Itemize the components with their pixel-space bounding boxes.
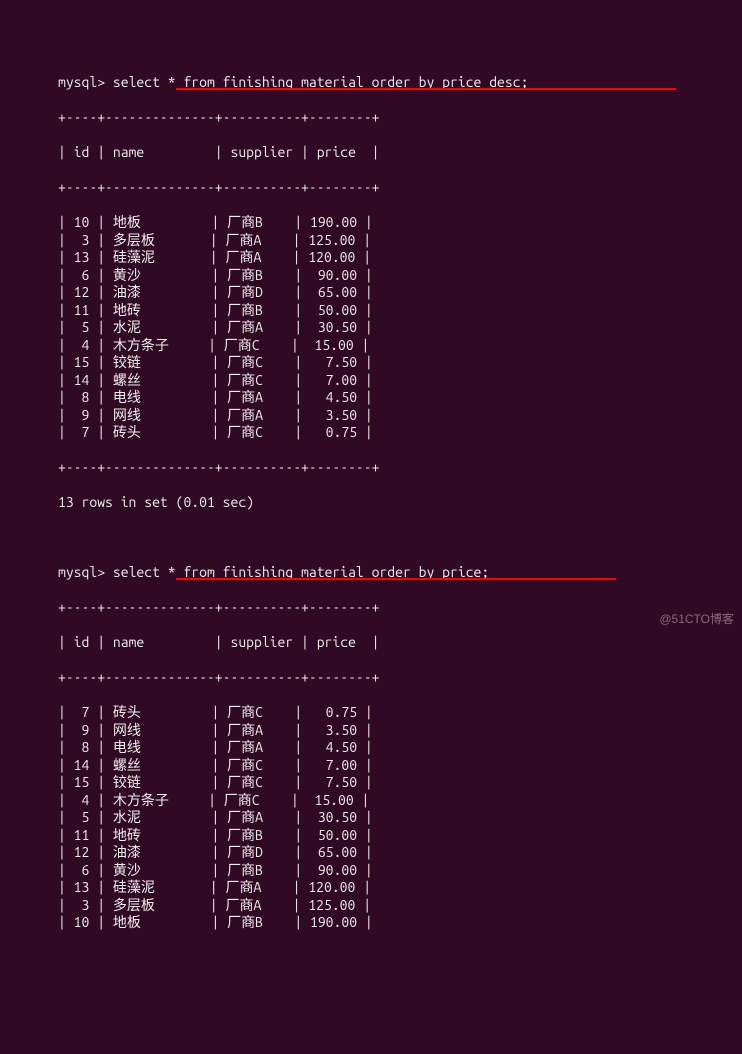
- mysql-prompt: mysql>: [58, 564, 113, 580]
- table-row: | 11 | 地砖 | 厂商B | 50.00 |: [58, 827, 742, 845]
- watermark: @51CTO博客: [659, 612, 734, 627]
- table-row: | 5 | 水泥 | 厂商A | 30.50 |: [58, 319, 742, 337]
- result-summary-1: 13 rows in set (0.01 sec): [58, 494, 742, 512]
- table-row: | 6 | 黄沙 | 厂商B | 90.00 |: [58, 862, 742, 880]
- table-border-bot-1: +----+--------------+----------+--------…: [58, 459, 742, 477]
- table-row: | 5 | 水泥 | 厂商A | 30.50 |: [58, 809, 742, 827]
- table-row: | 4 | 木方条子 | 厂商C | 15.00 |: [58, 337, 742, 355]
- table-header-2: | id | name | supplier | price |: [58, 634, 742, 652]
- table-row: | 15 | 铰链 | 厂商C | 7.50 |: [58, 354, 742, 372]
- table-row: | 7 | 砖头 | 厂商C | 0.75 |: [58, 424, 742, 442]
- table-row: | 11 | 地砖 | 厂商B | 50.00 |: [58, 302, 742, 320]
- table-row: | 12 | 油漆 | 厂商D | 65.00 |: [58, 844, 742, 862]
- table-rows-1: | 10 | 地板 | 厂商B | 190.00 || 3 | 多层板 | 厂商…: [58, 214, 742, 442]
- table-row: | 13 | 硅藻泥 | 厂商A | 120.00 |: [58, 879, 742, 897]
- highlight-underline-2: [176, 578, 616, 580]
- table-row: | 14 | 螺丝 | 厂商C | 7.00 |: [58, 372, 742, 390]
- table-row: | 10 | 地板 | 厂商B | 190.00 |: [58, 214, 742, 232]
- table-row: | 14 | 螺丝 | 厂商C | 7.00 |: [58, 757, 742, 775]
- table-row: | 10 | 地板 | 厂商B | 190.00 |: [58, 914, 742, 932]
- table-row: | 7 | 砖头 | 厂商C | 0.75 |: [58, 704, 742, 722]
- table-row: | 8 | 电线 | 厂商A | 4.50 |: [58, 739, 742, 757]
- mysql-prompt: mysql>: [58, 74, 113, 90]
- table-row: | 9 | 网线 | 厂商A | 3.50 |: [58, 722, 742, 740]
- query-line-1[interactable]: mysql> select * from finishing_material …: [58, 74, 742, 92]
- table-header-1: | id | name | supplier | price |: [58, 144, 742, 162]
- table-rows-2: | 7 | 砖头 | 厂商C | 0.75 || 9 | 网线 | 厂商A | …: [58, 704, 742, 932]
- table-row: | 8 | 电线 | 厂商A | 4.50 |: [58, 389, 742, 407]
- table-border-top-2: +----+--------------+----------+--------…: [58, 599, 742, 617]
- table-row: | 6 | 黄沙 | 厂商B | 90.00 |: [58, 267, 742, 285]
- highlight-underline-1: [176, 88, 676, 90]
- table-row: | 15 | 铰链 | 厂商C | 7.50 |: [58, 774, 742, 792]
- query-line-2[interactable]: mysql> select * from finishing_material …: [58, 564, 742, 582]
- table-border-mid-2: +----+--------------+----------+--------…: [58, 669, 742, 687]
- table-border-top-1: +----+--------------+----------+--------…: [58, 109, 742, 127]
- table-row: | 9 | 网线 | 厂商A | 3.50 |: [58, 407, 742, 425]
- table-row: | 4 | 木方条子 | 厂商C | 15.00 |: [58, 792, 742, 810]
- table-row: | 3 | 多层板 | 厂商A | 125.00 |: [58, 232, 742, 250]
- table-row: | 12 | 油漆 | 厂商D | 65.00 |: [58, 284, 742, 302]
- table-border-mid-1: +----+--------------+----------+--------…: [58, 179, 742, 197]
- blank-line: [58, 529, 742, 547]
- table-row: | 13 | 硅藻泥 | 厂商A | 120.00 |: [58, 249, 742, 267]
- table-row: | 3 | 多层板 | 厂商A | 125.00 |: [58, 897, 742, 915]
